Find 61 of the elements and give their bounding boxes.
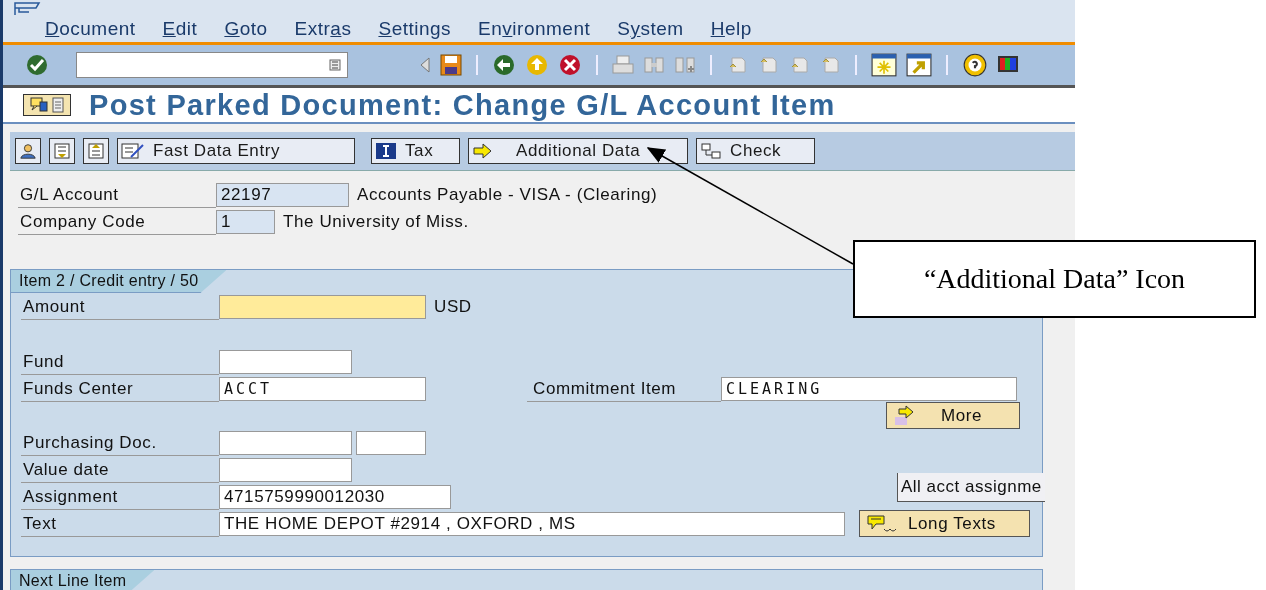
currency-text: USD: [434, 296, 472, 317]
text-field[interactable]: THE HOME DEPOT #2914 , OXFORD , MS: [219, 511, 845, 536]
field-description: Accounts Payable - VISA - (Clearing): [357, 184, 658, 205]
toolbar-icon-button[interactable]: [15, 138, 41, 164]
menu-item[interactable]: Extras: [294, 18, 352, 40]
fund-field[interactable]: [219, 349, 352, 374]
panel-title: Next Line Item: [11, 570, 155, 590]
new-session-icon[interactable]: [871, 53, 897, 77]
arrow-icon: [472, 142, 494, 160]
cancel-icon[interactable]: [558, 54, 582, 76]
toolbar-button[interactable]: Fast Data Entry: [117, 138, 355, 164]
find-icon[interactable]: [643, 55, 665, 75]
exit-icon[interactable]: [525, 54, 549, 76]
menu-item[interactable]: Help: [710, 18, 752, 40]
print-icon[interactable]: [612, 55, 634, 75]
tooltip: All acct assignme: [897, 473, 1045, 502]
commitment-item-field[interactable]: CLEARING: [721, 376, 1017, 401]
panel-title: Item 2 / Credit entry / 50: [11, 270, 227, 293]
boxes-icon: [700, 142, 722, 160]
menu-item[interactable]: System: [617, 18, 684, 40]
back-icon[interactable]: [492, 54, 516, 76]
back-arrow-icon[interactable]: [419, 57, 431, 73]
document-icon: [52, 97, 64, 113]
document-up-icon: [87, 142, 105, 160]
long-texts-button[interactable]: Long Texts: [859, 510, 1030, 537]
amount-field[interactable]: [219, 294, 426, 319]
help-icon[interactable]: [962, 53, 988, 77]
field-description: The University of Miss.: [283, 211, 469, 232]
pencil-list-icon: [121, 142, 145, 160]
toolbar-button[interactable]: Additional Data: [468, 138, 688, 164]
toolbar-icon-button[interactable]: [49, 138, 75, 164]
menu-item[interactable]: Edit: [162, 18, 198, 40]
item-field[interactable]: [356, 430, 426, 455]
assignment-field[interactable]: 4715759990012030: [219, 484, 451, 509]
funds-center-field[interactable]: ACCT: [219, 376, 426, 401]
find-next-icon[interactable]: [674, 55, 696, 75]
callout-box: “Additional Data” Icon: [853, 240, 1256, 318]
enter-icon[interactable]: [25, 54, 49, 76]
shortcut-icon[interactable]: [906, 53, 932, 77]
person-icon: [19, 142, 37, 160]
history-icon[interactable]: [329, 59, 341, 71]
display-toggle-button[interactable]: [23, 94, 71, 116]
display-field: 22197: [216, 182, 349, 207]
speech-icon: [30, 97, 48, 113]
save-icon[interactable]: [440, 54, 462, 76]
menu-item[interactable]: Goto: [224, 18, 268, 40]
system-menu-icon[interactable]: [13, 2, 43, 16]
menu-item[interactable]: Document: [45, 18, 136, 40]
toolbar-button[interactable]: Check: [696, 138, 815, 164]
info-icon: [375, 142, 397, 160]
purchasing-doc-field[interactable]: [219, 430, 352, 455]
display-field: 1: [216, 209, 275, 234]
document-down-icon: [53, 142, 71, 160]
more-button[interactable]: More: [886, 402, 1020, 429]
screen-title: Post Parked Document: Change G/L Account Item: [89, 88, 836, 122]
value-date-field[interactable]: [219, 457, 352, 482]
menu-item[interactable]: Environment: [478, 18, 591, 40]
command-field[interactable]: [76, 52, 348, 78]
toolbar-icon-button[interactable]: [83, 138, 109, 164]
menu-item[interactable]: Settings: [378, 18, 452, 40]
toolbar-button[interactable]: Tax: [371, 138, 460, 164]
